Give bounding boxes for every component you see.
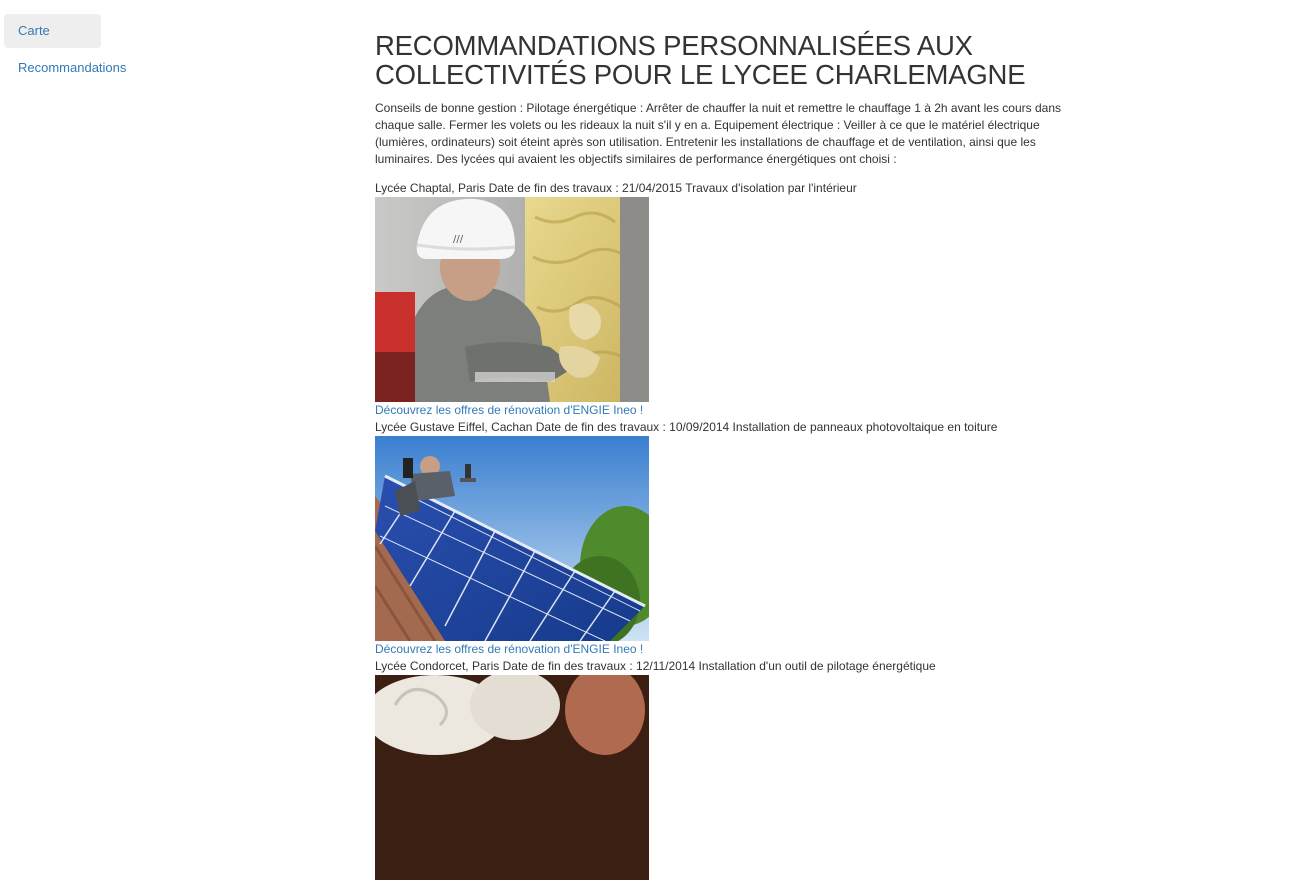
- energy-control-photo: [375, 675, 649, 880]
- nav-item-recommandations[interactable]: Recommandations: [4, 51, 126, 85]
- recommendation-title: Lycée Gustave Eiffel, Cachan Date de fin…: [375, 420, 998, 434]
- main-content: RECOMMANDATIONS PERSONNALISÉES AUX COLLE…: [375, 31, 1090, 880]
- engie-offers-link[interactable]: Découvrez les offres de rénovation d'ENG…: [375, 641, 1090, 658]
- nav-item-carte[interactable]: Carte: [4, 14, 101, 48]
- engie-offers-link[interactable]: Découvrez les offres de rénovation d'ENG…: [375, 402, 1090, 419]
- intro-text: Conseils de bonne gestion : Pilotage éne…: [375, 101, 1061, 166]
- insulation-work-photo: ///: [375, 197, 649, 402]
- solar-panels-photo: [375, 436, 649, 641]
- sidebar-nav: Carte Recommandations: [4, 14, 224, 85]
- recommendation-title: Lycée Chaptal, Paris Date de fin des tra…: [375, 181, 857, 195]
- page-title: RECOMMANDATIONS PERSONNALISÉES AUX COLLE…: [375, 30, 1026, 90]
- svg-text:///: ///: [453, 234, 464, 245]
- recommendation-title: Lycée Condorcet, Paris Date de fin des t…: [375, 659, 936, 673]
